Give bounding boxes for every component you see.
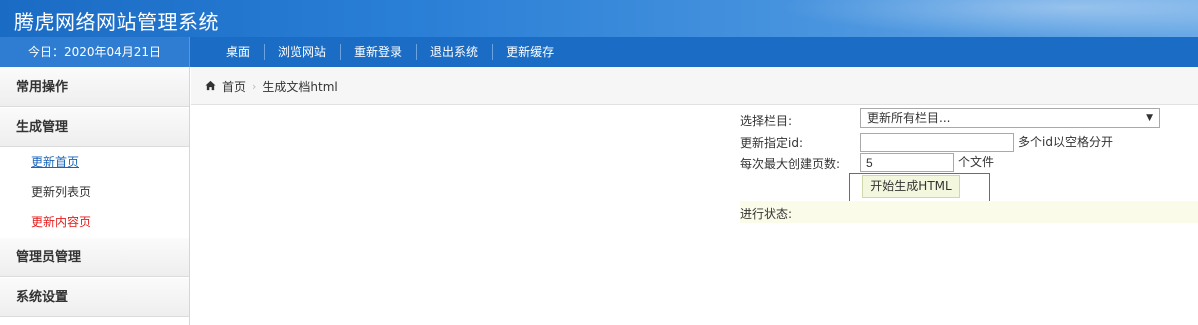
nav-relogin[interactable]: 重新登录 xyxy=(340,37,416,67)
sidebar-section-common[interactable]: 常用操作 xyxy=(0,67,189,107)
nav-update-cache[interactable]: 更新缓存 xyxy=(492,37,568,67)
sidebar-item-update-list[interactable]: 更新列表页 xyxy=(0,177,189,207)
app-header: 腾虎网络网站管理系统 xyxy=(0,0,1198,37)
breadcrumb-separator-icon: › xyxy=(252,80,257,93)
today-date: 今日：2020年04月21日 xyxy=(0,37,190,67)
sidebar: 常用操作 生成管理 更新首页 更新列表页 更新内容页 管理员管理 系统设置 xyxy=(0,67,190,325)
column-select[interactable]: 更新所有栏目... ▼ xyxy=(860,108,1160,128)
breadcrumb-home[interactable]: 首页 xyxy=(222,78,246,95)
breadcrumb-current: 生成文档html xyxy=(262,80,338,94)
sidebar-section-generate[interactable]: 生成管理 xyxy=(0,107,189,147)
dropdown-arrow-icon: ▼ xyxy=(1146,113,1153,123)
top-navbar: 今日：2020年04月21日 桌面 浏览网站 重新登录 退出系统 更新缓存 xyxy=(0,37,1198,67)
max-pages-input[interactable] xyxy=(860,153,954,172)
breadcrumb: 首页 › 生成文档html xyxy=(191,67,1198,105)
generate-html-button[interactable]: 开始生成HTML xyxy=(862,175,960,198)
nav-logout[interactable]: 退出系统 xyxy=(416,37,492,67)
column-label: 选择栏目: xyxy=(740,114,793,128)
app-title: 腾虎网络网站管理系统 xyxy=(14,10,219,34)
nav-desktop[interactable]: 桌面 xyxy=(212,37,264,67)
home-icon xyxy=(205,80,216,91)
sidebar-generate-submenu: 更新首页 更新列表页 更新内容页 xyxy=(0,147,189,237)
sidebar-item-update-home[interactable]: 更新首页 xyxy=(0,147,189,177)
max-pages-label: 每次最大创建页数: xyxy=(740,157,841,171)
column-select-value: 更新所有栏目... xyxy=(867,111,951,125)
max-pages-unit: 个文件 xyxy=(958,155,995,169)
nav-menu: 桌面 浏览网站 重新登录 退出系统 更新缓存 xyxy=(212,37,568,67)
status-label: 进行状态: xyxy=(740,207,793,221)
id-input[interactable] xyxy=(860,133,1014,152)
generate-form: 选择栏目: 更新所有栏目... ▼ 更新指定id: 多个id以空格分开 每次最大… xyxy=(740,108,1198,228)
id-hint: 多个id以空格分开 xyxy=(1018,135,1113,149)
sidebar-section-admins[interactable]: 管理员管理 xyxy=(0,237,189,277)
sidebar-item-update-content[interactable]: 更新内容页 xyxy=(0,207,189,237)
nav-browse-site[interactable]: 浏览网站 xyxy=(264,37,340,67)
sidebar-section-settings[interactable]: 系统设置 xyxy=(0,277,189,317)
status-row: 进行状态: xyxy=(740,201,1198,223)
id-label: 更新指定id: xyxy=(740,136,803,150)
